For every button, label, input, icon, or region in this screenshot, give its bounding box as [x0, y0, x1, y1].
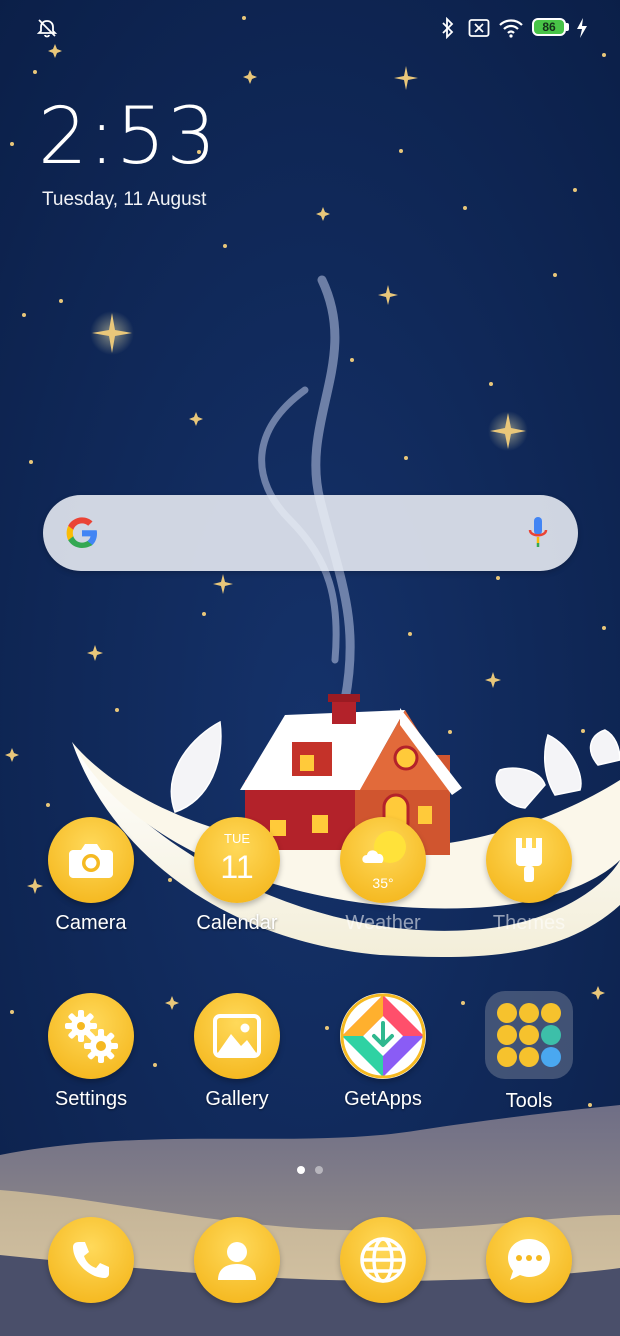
- browser-icon: [360, 1237, 406, 1283]
- weather-temperature: 35°: [372, 875, 394, 891]
- calendar-icon: TUE 11: [194, 817, 280, 903]
- weather-icon: [362, 831, 406, 863]
- messages-icon: [508, 1239, 550, 1280]
- image-icon: [213, 1014, 261, 1058]
- google-logo-icon: [66, 517, 97, 548]
- app-calendar[interactable]: TUE 11 Calendar: [177, 817, 297, 935]
- charging-icon: [577, 18, 587, 38]
- no-sim-icon: [468, 19, 490, 37]
- app-settings[interactable]: Settings: [31, 993, 151, 1111]
- getapps-icon: [340, 993, 426, 1079]
- dock-browser[interactable]: [340, 1217, 426, 1303]
- alarm-off-icon: [36, 19, 58, 38]
- dock-phone[interactable]: [48, 1217, 134, 1303]
- app-weather[interactable]: 35° Weather: [323, 817, 443, 935]
- brush-icon: [516, 838, 542, 882]
- app-label: Gallery: [205, 1088, 269, 1110]
- battery-level: 86: [542, 20, 556, 34]
- contacts-icon: [218, 1242, 256, 1280]
- app-label: Calendar: [196, 912, 278, 934]
- app-label: Weather: [345, 912, 421, 934]
- google-search-bar[interactable]: [43, 495, 578, 571]
- clock-time[interactable]: 2:53: [38, 92, 217, 182]
- app-themes[interactable]: Themes: [469, 817, 589, 935]
- app-folder-tools[interactable]: Tools: [469, 991, 589, 1113]
- camera-icon: [69, 844, 113, 878]
- gear-icon: [65, 1010, 118, 1063]
- app-gallery[interactable]: Gallery: [177, 993, 297, 1111]
- calendar-date: 11: [220, 849, 254, 885]
- bluetooth-icon: [442, 17, 454, 39]
- app-camera[interactable]: Camera: [31, 817, 151, 935]
- phone-icon: [73, 1242, 109, 1278]
- app-label: Camera: [55, 912, 127, 934]
- page-indicator: [0, 1161, 620, 1179]
- page-dot-active: [297, 1166, 305, 1174]
- page-dot: [315, 1166, 323, 1174]
- mic-icon[interactable]: [526, 513, 550, 553]
- app-label: GetApps: [344, 1088, 422, 1110]
- status-bar: 86: [0, 0, 620, 58]
- clock-date[interactable]: Tuesday, 11 August: [42, 189, 206, 211]
- app-getapps[interactable]: GetApps: [323, 993, 443, 1111]
- battery-icon: 86: [532, 18, 566, 36]
- folder-icon: [485, 991, 573, 1079]
- app-label: Settings: [54, 1088, 128, 1110]
- dock-messages[interactable]: [486, 1217, 572, 1303]
- app-label: Tools: [505, 1090, 553, 1112]
- app-label: Themes: [492, 912, 566, 934]
- wifi-icon: [499, 19, 523, 38]
- calendar-day: TUE: [224, 831, 250, 846]
- dock-contacts[interactable]: [194, 1217, 280, 1303]
